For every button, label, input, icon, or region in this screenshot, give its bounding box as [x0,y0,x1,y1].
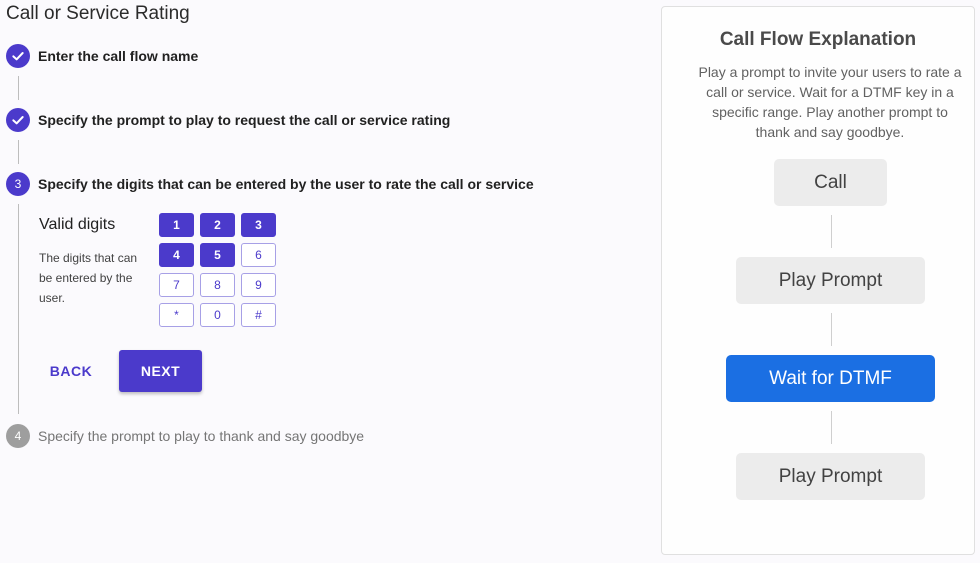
flow-connector [831,313,832,346]
flow-node-play-prompt: Play Prompt [736,453,925,500]
flow-node-wait-for-dtmf: Wait for DTMF [726,355,935,402]
digit-key-0[interactable]: 0 [200,303,235,327]
step-2-check-icon [6,108,30,132]
digit-key-6[interactable]: 6 [241,243,276,267]
digit-key-hash[interactable]: # [241,303,276,327]
step-1-check-icon [6,44,30,68]
flow-connector [831,215,832,248]
step-4-number-icon: 4 [6,424,30,448]
call-flow-explanation-panel: Call Flow Explanation Play a prompt to i… [661,6,975,555]
step-3-label: Specify the digits that can be entered b… [38,176,534,192]
panel-description: Play a prompt to invite your users to ra… [698,64,962,140]
digit-key-4[interactable]: 4 [159,243,194,267]
panel-title: Call Flow Explanation [719,29,917,50]
step-3-number-icon: 3 [6,172,30,196]
flow-node-play-prompt: Play Prompt [736,257,925,304]
step-4-label[interactable]: Specify the prompt to play to thank and … [38,428,364,444]
flow-connector [831,411,832,444]
digit-keypad: 1 2 3 4 5 6 7 8 9 * 0 # [159,213,276,327]
digit-key-5[interactable]: 5 [200,243,235,267]
step-connector [18,204,19,414]
digit-key-1[interactable]: 1 [159,213,194,237]
digit-key-2[interactable]: 2 [200,213,235,237]
valid-digits-description: The digits that can be entered by the us… [39,251,138,305]
back-button[interactable]: BACK [40,354,102,388]
next-button[interactable]: NEXT [119,350,202,392]
step-1-label[interactable]: Enter the call flow name [38,48,198,64]
flow-node-call: Call [774,159,887,206]
digit-key-star[interactable]: * [159,303,194,327]
step-connector [18,140,19,164]
digit-key-3[interactable]: 3 [241,213,276,237]
step-connector [18,76,19,100]
digit-key-8[interactable]: 8 [200,273,235,297]
page-title: Call or Service Rating [6,3,190,24]
step-2-label[interactable]: Specify the prompt to play to request th… [38,112,450,128]
digit-key-7[interactable]: 7 [159,273,194,297]
digit-key-9[interactable]: 9 [241,273,276,297]
valid-digits-title: Valid digits [39,216,116,233]
